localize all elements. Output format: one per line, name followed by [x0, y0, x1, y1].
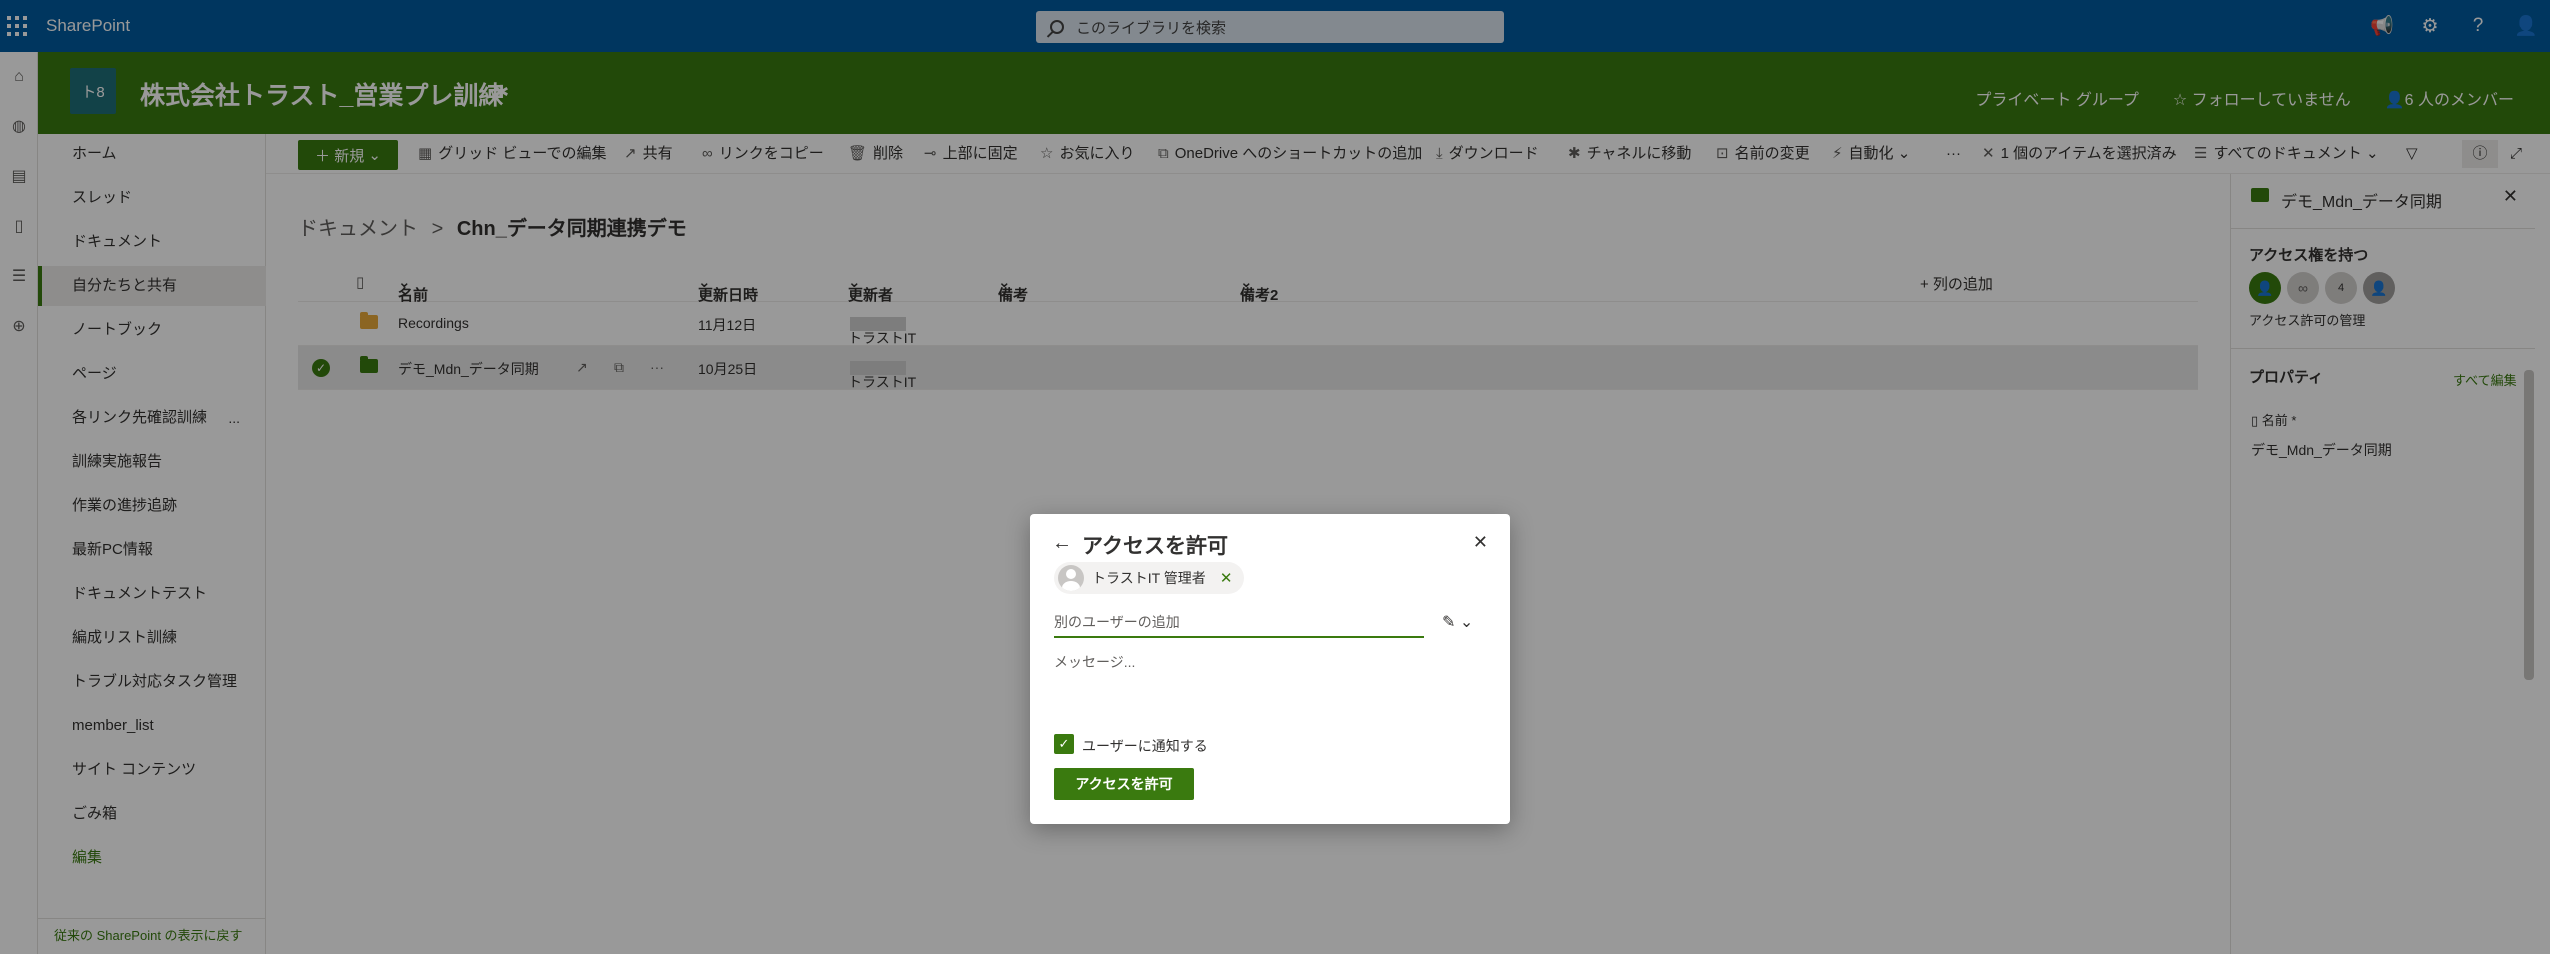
remove-user-icon[interactable]: ✕ [1220, 569, 1233, 587]
permission-dropdown[interactable]: ✎ ⌄ [1442, 612, 1473, 632]
chip-user-name: トラストIT 管理者 [1092, 570, 1206, 586]
notify-checkbox[interactable]: ✓ [1054, 734, 1074, 754]
pencil-icon: ✎ [1442, 614, 1456, 631]
back-arrow-icon[interactable]: ← [1052, 532, 1072, 555]
avatar [1058, 565, 1084, 591]
grant-access-dialog: ← アクセスを許可 ✕ トラストIT 管理者 ✕ ✎ ⌄ ✓ ユーザーに通知する… [1030, 514, 1510, 824]
add-user-input[interactable] [1054, 608, 1424, 638]
close-icon[interactable]: ✕ [1473, 532, 1488, 553]
grant-access-button[interactable]: アクセスを許可 [1054, 768, 1194, 800]
dialog-title: アクセスを許可 [1082, 535, 1228, 558]
user-chip: トラストIT 管理者 ✕ [1054, 562, 1245, 594]
chevron-down-icon: ⌄ [1459, 614, 1474, 631]
message-input[interactable] [1054, 652, 1486, 722]
notify-label: ユーザーに通知する [1082, 738, 1208, 754]
